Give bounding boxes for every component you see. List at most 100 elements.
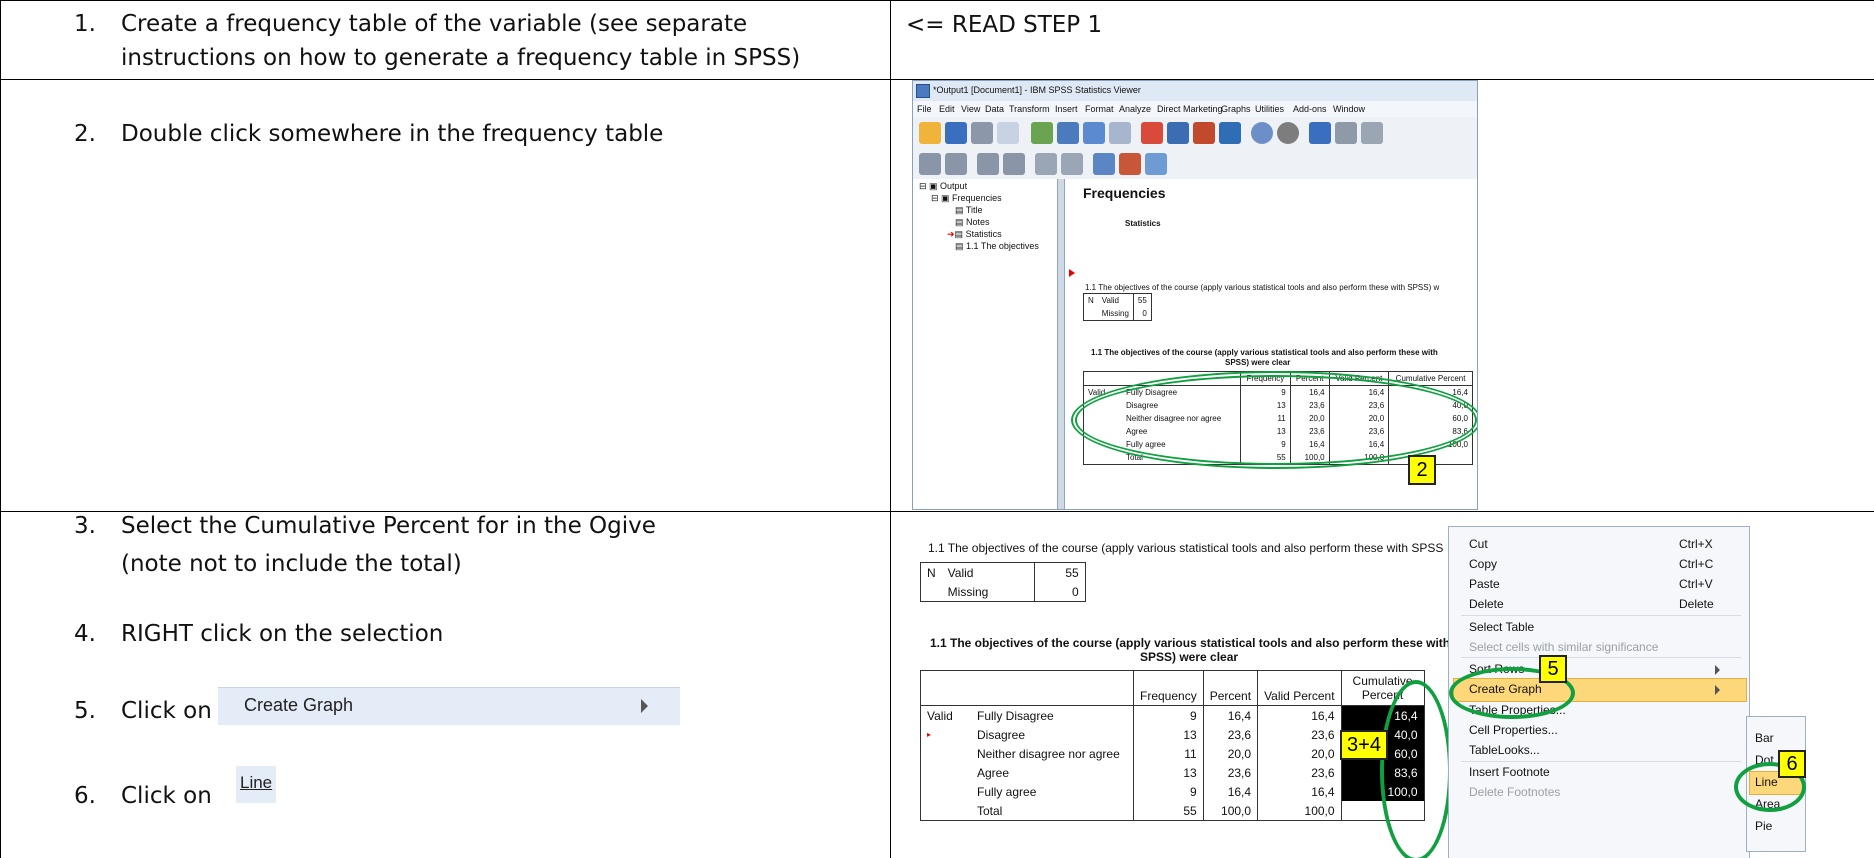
goto-case-icon[interactable]	[1167, 122, 1189, 144]
variables-icon[interactable]	[1219, 122, 1241, 144]
print-preview-icon[interactable]	[997, 122, 1019, 144]
spss-menu-bar[interactable]: File Edit View Data Transform Insert For…	[913, 101, 1477, 117]
menu-item-copy[interactable]: Copy	[1469, 557, 1497, 571]
cell-frequency: 13	[1133, 763, 1204, 782]
goto-variable-icon[interactable]	[1193, 122, 1215, 144]
insert-title-icon[interactable]	[1119, 153, 1141, 175]
line-menu-sample: Line	[236, 766, 276, 803]
export-icon[interactable]	[1031, 122, 1053, 144]
collapse-icon[interactable]	[1003, 153, 1025, 175]
tree-statistics-label: Statistics	[965, 229, 1002, 239]
table-row[interactable]: Valid Fully Disagree 9 16,4 16,4 16,4	[921, 705, 1425, 725]
table-border-top	[0, 0, 1874, 1]
table-row[interactable]: Total 55 100,0 100,0	[921, 801, 1425, 821]
find-icon[interactable]	[1251, 122, 1273, 144]
promote-icon[interactable]	[919, 153, 941, 175]
menu-format[interactable]: Format	[1085, 104, 1114, 114]
s2-statistics-caption: 1.1 The objectives of the course (apply …	[928, 541, 1444, 555]
output-viewer-pane[interactable]: Frequencies Statistics 1.1 The objective…	[1065, 179, 1477, 509]
row-label: Total	[977, 803, 1003, 818]
tree-item-title[interactable]: ▤ Title	[955, 205, 983, 216]
create-graph-sample-label: Create Graph	[244, 695, 354, 715]
menu-item-insert-footnote[interactable]: Insert Footnote	[1469, 765, 1550, 779]
show-icon[interactable]	[1035, 153, 1057, 175]
tree-item-statistics[interactable]: ➜▤ Statistics	[947, 229, 1002, 240]
statistics-table[interactable]: N Valid 55 Missing 0	[1083, 293, 1152, 321]
undo-icon[interactable]	[1083, 122, 1105, 144]
sort-rows-arrow-icon	[1715, 665, 1720, 675]
output-outline-tree[interactable]: ⊟ ▣ Output ⊟ ▣ Frequencies ▤ Title ▤ Not…	[913, 179, 1057, 509]
cell-frequency: 9	[1133, 782, 1204, 801]
cell-percent: 23,6	[1202, 763, 1258, 782]
open-icon[interactable]	[919, 122, 941, 144]
line-sample-label: Line	[240, 773, 273, 792]
split-file-icon[interactable]	[1309, 122, 1331, 144]
cell-percent: 23,6	[1202, 725, 1258, 744]
demote-icon[interactable]	[945, 153, 967, 175]
spss-app-icon	[916, 84, 930, 98]
spss-toolbar-1	[913, 117, 1477, 149]
menu-insert[interactable]: Insert	[1055, 104, 1078, 114]
menu-item-select-table[interactable]: Select Table	[1469, 620, 1534, 634]
highlight-ellipse-table-inner	[1075, 375, 1477, 465]
step-2-number: 2.	[74, 121, 96, 147]
use-sets-icon[interactable]	[1277, 122, 1299, 144]
missing-n: 0	[1132, 307, 1152, 321]
tree-item-objectives[interactable]: ▤ 1.1 The objectives	[955, 241, 1039, 252]
menu-window[interactable]: Window	[1333, 104, 1365, 114]
menu-file[interactable]: File	[917, 104, 932, 114]
s2-row-group-valid: Valid	[927, 708, 953, 723]
row-label: Agree	[977, 765, 1010, 780]
tree-item-frequencies[interactable]: ⊟ ▣ Frequencies	[931, 193, 1002, 204]
print-icon[interactable]	[971, 122, 993, 144]
insert-text-icon[interactable]	[1145, 153, 1167, 175]
menu-addons[interactable]: Add-ons	[1293, 104, 1327, 114]
menu-data[interactable]: Data	[985, 104, 1004, 114]
script-icon[interactable]	[1361, 122, 1383, 144]
goto-data-icon[interactable]	[1141, 122, 1163, 144]
hide-icon[interactable]	[1061, 153, 1083, 175]
s2-missing-label: Missing	[947, 584, 989, 599]
submenu-item-bar[interactable]: Bar	[1755, 731, 1774, 745]
save-icon[interactable]	[945, 122, 967, 144]
menu-edit[interactable]: Edit	[939, 104, 955, 114]
cell-percent: 20,0	[1202, 744, 1258, 763]
submenu-item-pie[interactable]: Pie	[1755, 819, 1772, 833]
cell-valid-percent: 100,0	[1257, 801, 1342, 821]
menu-utilities[interactable]: Utilities	[1255, 104, 1284, 114]
insert-heading-icon[interactable]	[1093, 153, 1115, 175]
menu-item-cell-properties[interactable]: Cell Properties...	[1469, 723, 1558, 737]
s2-table-title-2: SPSS) were clear	[1140, 650, 1239, 664]
menu-item-delete[interactable]: Delete	[1469, 597, 1504, 611]
expand-icon[interactable]	[977, 153, 999, 175]
menu-separator	[1461, 761, 1741, 762]
tree-frequencies-label: Frequencies	[952, 193, 1002, 203]
step-4: 4. RIGHT click on the selection	[74, 618, 443, 650]
table-border-left	[0, 0, 1, 858]
menu-item-tablelooks[interactable]: TableLooks...	[1469, 743, 1540, 757]
spss-title-bar: *Output1 [Document1] - IBM SPSS Statisti…	[913, 81, 1477, 101]
table-row[interactable]: Agree 13 23,6 23,6 83,6	[921, 763, 1425, 782]
menu-transform[interactable]: Transform	[1009, 104, 1050, 114]
step-3: 3. Select the Cumulative Percent for in t…	[74, 510, 656, 542]
tree-item-output[interactable]: ⊟ ▣ Output	[919, 181, 967, 192]
step-5-text: Click on	[121, 698, 212, 724]
spss-viewer-screenshot: *Output1 [Document1] - IBM SPSS Statisti…	[912, 80, 1478, 510]
table-row[interactable]: Fully agree 9 16,4 16,4 100,0	[921, 782, 1425, 801]
menu-graphs[interactable]: Graphs	[1221, 104, 1251, 114]
menu-view[interactable]: View	[961, 104, 980, 114]
step-5: 5. Click on	[74, 695, 212, 727]
step-badge-6: 6	[1778, 750, 1806, 778]
create-graph-arrow-icon	[1715, 685, 1720, 695]
designate-window-icon[interactable]	[1335, 122, 1357, 144]
context-menu[interactable]: Cut Ctrl+X Copy Ctrl+C Paste Ctrl+V Dele…	[1448, 526, 1750, 858]
pane-splitter[interactable]	[1057, 179, 1065, 509]
s2-statistics-table[interactable]: N Valid 55 Missing 0	[920, 562, 1086, 602]
recall-dialog-icon[interactable]	[1057, 122, 1079, 144]
menu-analyze[interactable]: Analyze	[1119, 104, 1151, 114]
redo-icon[interactable]	[1109, 122, 1131, 144]
tree-item-notes[interactable]: ▤ Notes	[955, 217, 990, 228]
menu-item-paste[interactable]: Paste	[1469, 577, 1500, 591]
menu-item-cut[interactable]: Cut	[1469, 537, 1488, 551]
menu-direct-marketing[interactable]: Direct Marketing	[1157, 104, 1223, 114]
